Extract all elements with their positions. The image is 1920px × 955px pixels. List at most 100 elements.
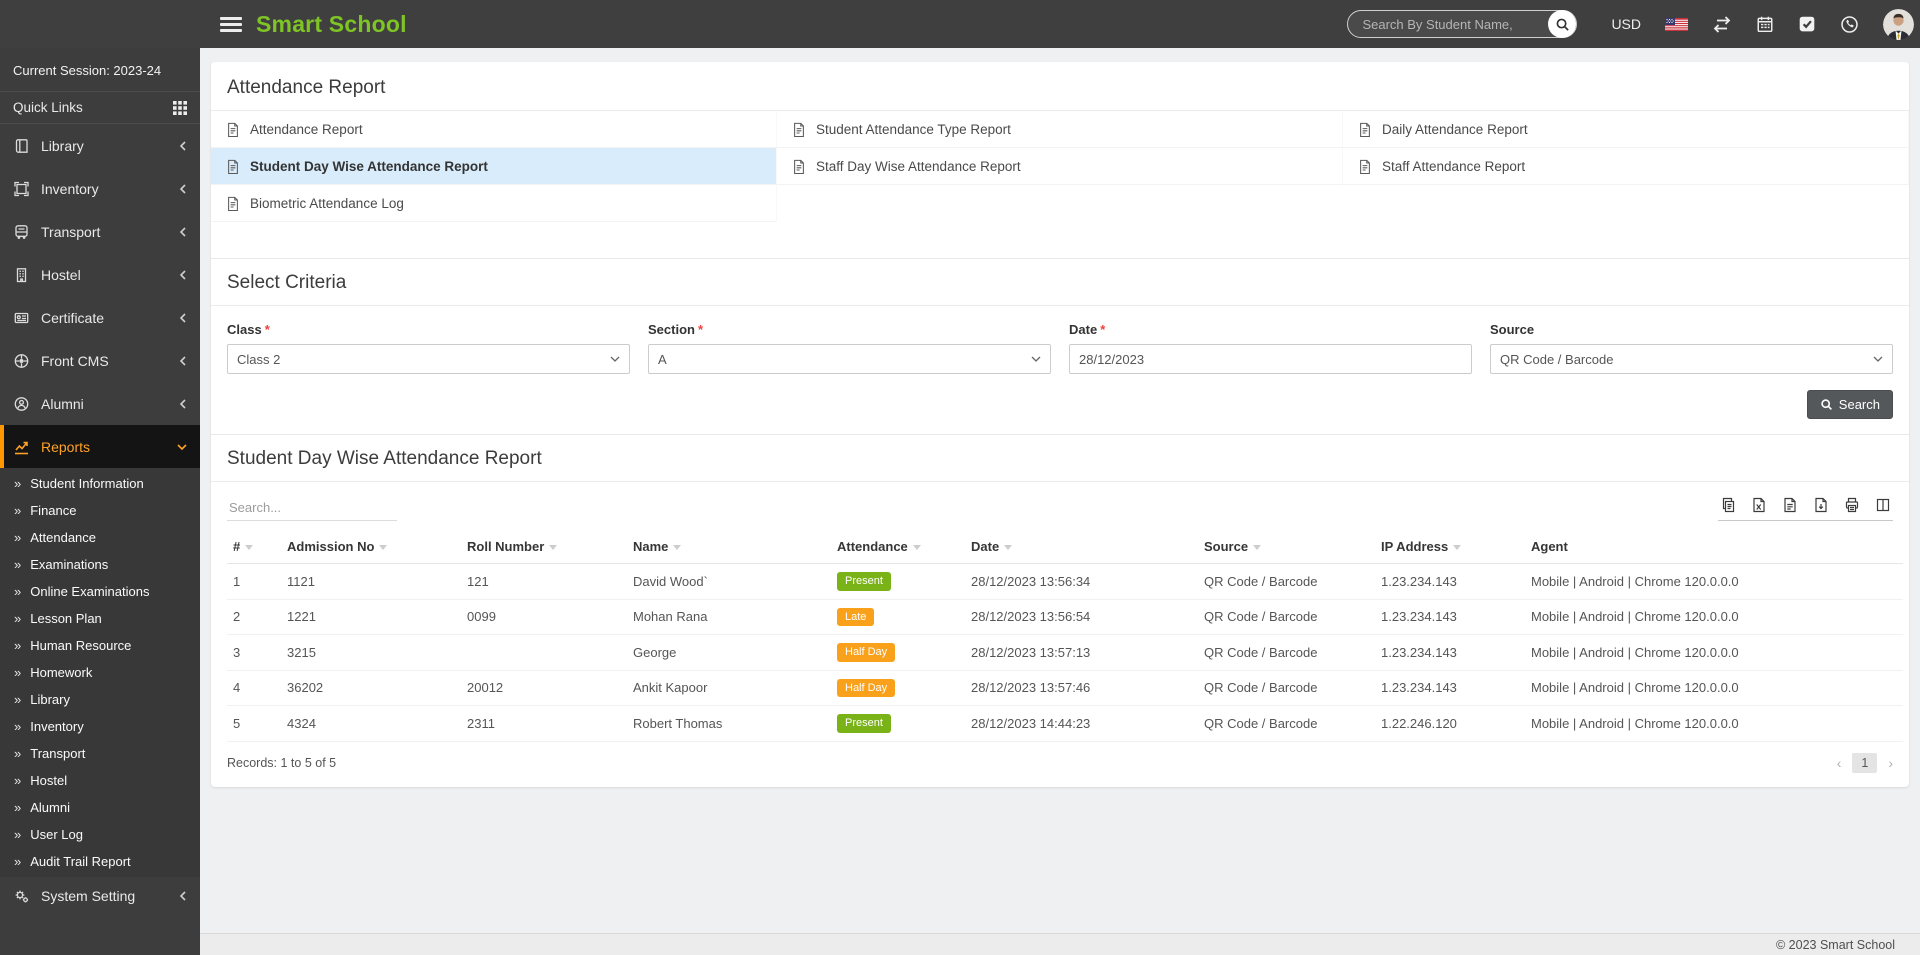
report-link-student-attendance-type-report[interactable]: Student Attendance Type Report (777, 111, 1343, 148)
sidebar-item-library[interactable]: Library (0, 124, 200, 167)
required-marker: * (1100, 322, 1106, 337)
pagination-next[interactable]: › (1888, 755, 1893, 771)
double-chevron-icon: » (14, 827, 22, 842)
file-icon (228, 159, 238, 174)
submenu-item-finance[interactable]: » Finance (0, 497, 200, 524)
column-header-roll-number[interactable]: Roll Number (461, 529, 627, 564)
hamburger-menu-icon[interactable] (220, 16, 242, 32)
sidebar-item-alumni[interactable]: Alumni (0, 382, 200, 425)
sort-icon (1004, 545, 1013, 551)
column-header-admission-no[interactable]: Admission No (281, 529, 461, 564)
chevron-left-icon (179, 269, 186, 280)
double-chevron-icon: » (14, 692, 22, 707)
section-select[interactable]: A (648, 344, 1051, 374)
box-icon (14, 181, 29, 196)
chevron-down-icon (177, 443, 187, 450)
book-icon (15, 138, 28, 153)
attendance-badge: Late (837, 607, 875, 626)
currency-selector[interactable]: USD (1611, 16, 1641, 32)
report-links-grid: Attendance Report Student Attendance Typ… (211, 111, 1909, 222)
table-row: 2 1221 0099 Mohan Rana Late 28/12/2023 1… (227, 599, 1903, 635)
whatsapp-icon[interactable] (1840, 15, 1859, 34)
task-check-icon[interactable] (1798, 15, 1816, 33)
submenu-item-human-resource[interactable]: » Human Resource (0, 632, 200, 659)
report-link-daily-attendance-report[interactable]: Daily Attendance Report (1343, 111, 1909, 148)
sidebar-item-certificate[interactable]: Certificate (0, 296, 200, 339)
sidebar-item-label: Certificate (41, 309, 105, 326)
file-icon (794, 122, 804, 137)
calendar-icon[interactable] (1756, 15, 1774, 33)
file-icon (1360, 159, 1370, 174)
source-select[interactable]: QR Code / Barcode (1490, 344, 1893, 374)
column-header-agent[interactable]: Agent (1525, 529, 1903, 564)
report-link-student-day-wise-attendance-report[interactable]: Student Day Wise Attendance Report (211, 148, 777, 185)
global-search (1347, 10, 1578, 38)
column-header-num[interactable]: # (227, 529, 281, 564)
language-flag-icon[interactable] (1665, 17, 1688, 31)
submenu-item-transport[interactable]: » Transport (0, 740, 200, 767)
double-chevron-icon: » (14, 854, 22, 869)
search-button[interactable]: Search (1806, 390, 1893, 419)
column-header-name[interactable]: Name (627, 529, 831, 564)
submenu-item-hostel[interactable]: » Hostel (0, 767, 200, 794)
report-link-biometric-attendance-log[interactable]: Biometric Attendance Log (211, 185, 777, 222)
submenu-item-library[interactable]: » Library (0, 686, 200, 713)
sidebar-item-transport[interactable]: Transport (0, 210, 200, 253)
sidebar-nav: Library Inventory Transport Hostel Certi… (0, 124, 200, 915)
page-footer: © 2023 Smart School (200, 933, 1920, 955)
report-link-attendance-report[interactable]: Attendance Report (211, 111, 777, 148)
submenu-item-student-information[interactable]: » Student Information (0, 470, 200, 497)
source-label: Source (1490, 322, 1535, 337)
chevron-left-icon (179, 183, 186, 194)
column-header-source[interactable]: Source (1198, 529, 1375, 564)
double-chevron-icon: » (14, 557, 22, 572)
sidebar-item-reports[interactable]: Reports (0, 425, 200, 468)
sidebar-item-inventory[interactable]: Inventory (0, 167, 200, 210)
source-field: Source QR Code / Barcode (1490, 322, 1893, 374)
compare-arrows-icon[interactable] (1712, 15, 1732, 33)
class-select[interactable]: Class 2 (227, 344, 630, 374)
submenu-item-user-log[interactable]: » User Log (0, 821, 200, 848)
attendance-table: # Admission No Roll Number Name Attendan… (227, 529, 1903, 742)
chevron-left-icon (179, 312, 186, 323)
table-search-input[interactable] (227, 495, 397, 521)
table-footer: Records: 1 to 5 of 5 ‹ 1 › (211, 742, 1909, 777)
copy-icon (1722, 497, 1735, 513)
submenu-item-online-examinations[interactable]: » Online Examinations (0, 578, 200, 605)
double-chevron-icon: » (14, 584, 22, 599)
submenu-item-lesson-plan[interactable]: » Lesson Plan (0, 605, 200, 632)
submenu-item-inventory[interactable]: » Inventory (0, 713, 200, 740)
sidebar-item-label: Library (41, 137, 84, 154)
submenu-item-attendance[interactable]: » Attendance (0, 524, 200, 551)
submenu-item-homework[interactable]: » Homework (0, 659, 200, 686)
class-label: Class (227, 322, 262, 337)
attendance-badge: Present (837, 714, 891, 733)
date-input[interactable] (1069, 344, 1472, 374)
column-header-attendance[interactable]: Attendance (831, 529, 965, 564)
global-search-input[interactable] (1348, 16, 1549, 32)
pagination-prev[interactable]: ‹ (1837, 755, 1842, 771)
sidebar-item-label: Transport (41, 223, 101, 240)
building-icon (16, 267, 27, 282)
sidebar-item-label: Alumni (41, 395, 84, 412)
app-logo: Smart School (256, 10, 407, 37)
user-avatar[interactable] (1883, 8, 1914, 40)
double-chevron-icon: » (14, 746, 22, 761)
column-header-date[interactable]: Date (965, 529, 1198, 564)
pagination-page-1[interactable]: 1 (1852, 752, 1878, 773)
report-link-staff-attendance-report[interactable]: Staff Attendance Report (1343, 148, 1909, 185)
sidebar-item-hostel[interactable]: Hostel (0, 253, 200, 296)
file-icon (1360, 122, 1370, 137)
submenu-item-audit-trail-report[interactable]: » Audit Trail Report (0, 848, 200, 875)
report-link-staff-day-wise-attendance-report[interactable]: Staff Day Wise Attendance Report (777, 148, 1343, 185)
search-submit-button[interactable] (1548, 10, 1577, 38)
section-label: Section (648, 322, 695, 337)
column-header-ip-address[interactable]: IP Address (1375, 529, 1525, 564)
sidebar-item-front-cms[interactable]: Front CMS (0, 339, 200, 382)
report-table-title: Student Day Wise Attendance Report (211, 435, 1909, 482)
submenu-item-examinations[interactable]: » Examinations (0, 551, 200, 578)
table-row: 4 36202 20012 Ankit Kapoor Half Day 28/1… (227, 670, 1903, 706)
quick-links[interactable]: Quick Links (0, 91, 200, 124)
sidebar-item-system-setting[interactable]: System Setting (0, 877, 200, 915)
submenu-item-alumni[interactable]: » Alumni (0, 794, 200, 821)
